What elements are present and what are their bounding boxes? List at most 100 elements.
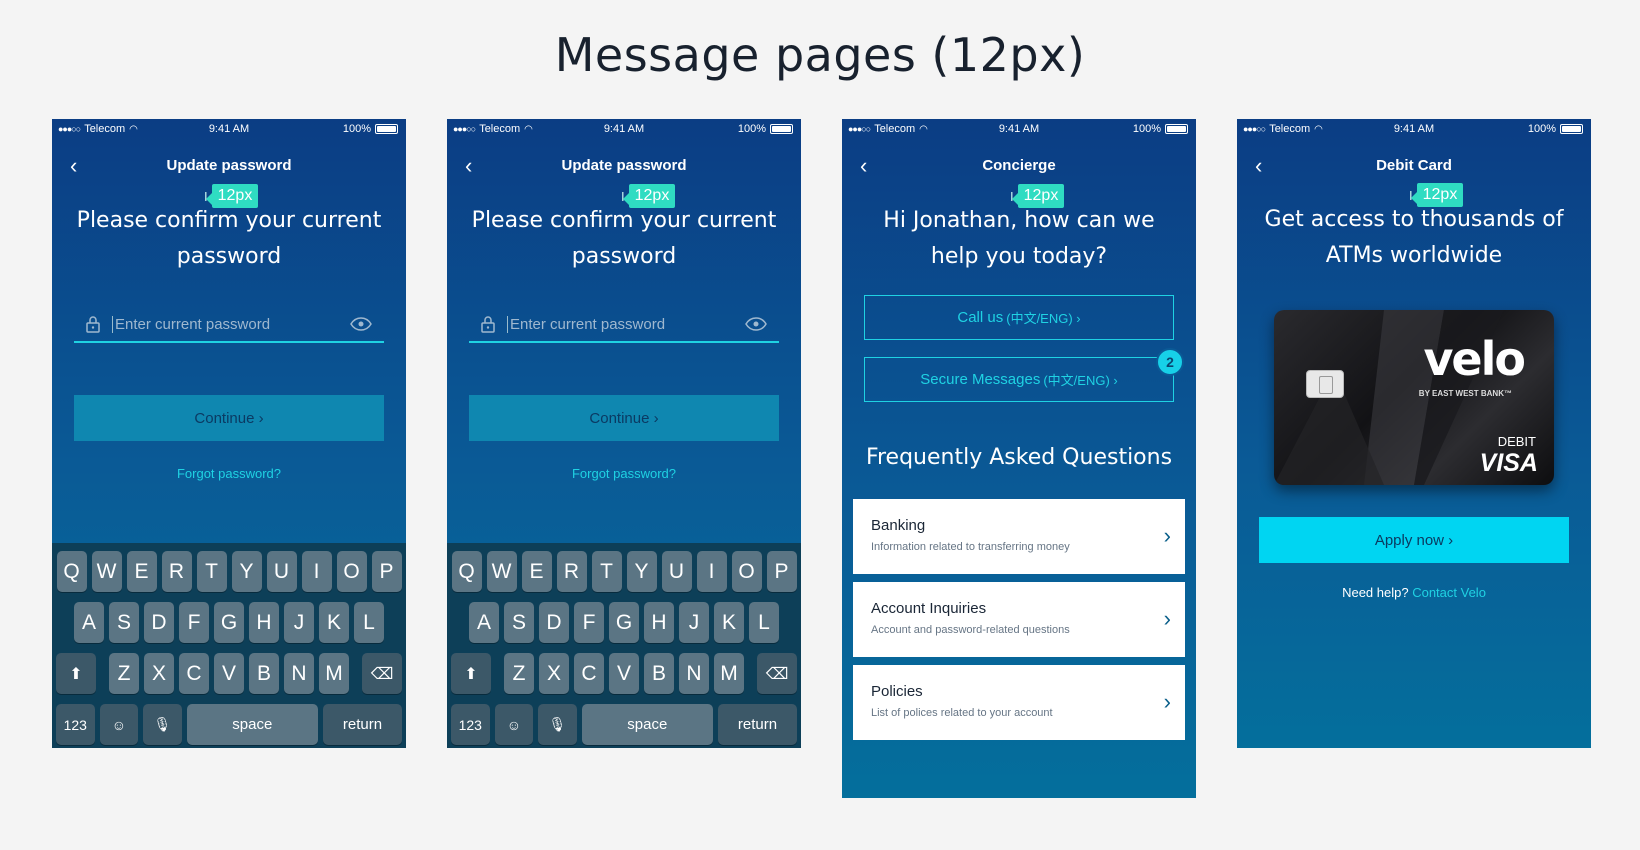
key-numbers[interactable]: 123	[56, 704, 95, 745]
key-h[interactable]: H	[249, 602, 279, 643]
key-m[interactable]: M	[714, 653, 744, 694]
nav-bar: ‹ Update password	[447, 155, 801, 179]
apply-now-button[interactable]: Apply now ›	[1259, 517, 1569, 563]
key-s[interactable]: S	[109, 602, 139, 643]
emoji-icon[interactable]: ☺	[494, 704, 534, 745]
nav-bar: ‹ Concierge	[842, 155, 1196, 179]
key-p[interactable]: P	[766, 551, 797, 592]
key-x[interactable]: X	[144, 653, 174, 694]
phone-concierge: ●●●○○Telecom◠ 9:41 AM 100% ‹ Concierge I…	[842, 119, 1196, 798]
key-b[interactable]: B	[644, 653, 674, 694]
key-e[interactable]: E	[126, 551, 157, 592]
key-s[interactable]: S	[504, 602, 534, 643]
eye-icon[interactable]	[745, 317, 767, 331]
key-u[interactable]: U	[661, 551, 692, 592]
key-b[interactable]: B	[249, 653, 279, 694]
page-title: Message pages (12px)	[554, 28, 1086, 82]
key-j[interactable]: J	[284, 602, 314, 643]
continue-button[interactable]: Continue ›	[469, 395, 779, 441]
key-j[interactable]: J	[679, 602, 709, 643]
key-w[interactable]: W	[91, 551, 122, 592]
key-c[interactable]: C	[574, 653, 604, 694]
key-g[interactable]: G	[609, 602, 639, 643]
password-input[interactable]	[507, 315, 745, 333]
key-y[interactable]: Y	[626, 551, 657, 592]
key-t[interactable]: T	[196, 551, 227, 592]
key-return[interactable]: return	[717, 704, 797, 745]
key-g[interactable]: G	[214, 602, 244, 643]
microphone-icon[interactable]: 🎙	[143, 704, 182, 745]
key-d[interactable]: D	[539, 602, 569, 643]
key-i[interactable]: I	[696, 551, 727, 592]
key-z[interactable]: Z	[504, 653, 534, 694]
key-r[interactable]: R	[161, 551, 192, 592]
key-v[interactable]: V	[609, 653, 639, 694]
phone-debit-card: ●●●○○ Telecom ◠ 9:41 AM 100% ‹ Debit Card …	[1237, 119, 1591, 748]
key-f[interactable]: F	[574, 602, 604, 643]
key-v[interactable]: V	[214, 653, 244, 694]
key-n[interactable]: N	[284, 653, 314, 694]
key-e[interactable]: E	[521, 551, 552, 592]
call-label: Call us	[957, 309, 1004, 326]
forgot-password-link[interactable]: Forgot password?	[52, 466, 406, 481]
key-h[interactable]: H	[644, 602, 674, 643]
battery-icon	[1165, 124, 1188, 134]
key-q[interactable]: Q	[56, 551, 87, 592]
key-o[interactable]: O	[731, 551, 762, 592]
emoji-icon[interactable]: ☺	[99, 704, 139, 745]
key-space[interactable]: space	[186, 704, 318, 745]
key-a[interactable]: A	[74, 602, 104, 643]
key-r[interactable]: R	[556, 551, 587, 592]
call-us-button[interactable]: Call us (中文/ENG) ›	[864, 295, 1174, 340]
nav-title: Update password	[561, 157, 687, 174]
secure-messages-button[interactable]: Secure Messages (中文/ENG) ›	[864, 357, 1174, 402]
key-l[interactable]: L	[354, 602, 384, 643]
key-return[interactable]: return	[322, 704, 402, 745]
faq-item-account-inquiries[interactable]: Account Inquiries Account and password-r…	[853, 582, 1185, 657]
battery-icon	[770, 124, 793, 134]
backspace-icon[interactable]: ⌫	[757, 653, 797, 694]
key-f[interactable]: F	[179, 602, 209, 643]
contact-velo-link[interactable]: Contact Velo	[1412, 585, 1486, 600]
key-k[interactable]: K	[319, 602, 349, 643]
faq-item-banking[interactable]: Banking Information related to transferr…	[853, 499, 1185, 574]
battery-percent: 100%	[737, 123, 766, 135]
forgot-password-link[interactable]: Forgot password?	[447, 466, 801, 481]
key-l[interactable]: L	[749, 602, 779, 643]
key-space[interactable]: space	[581, 704, 713, 745]
key-k[interactable]: K	[714, 602, 744, 643]
help-text: Need help? Contact Velo	[1237, 585, 1591, 600]
backspace-icon[interactable]: ⌫	[362, 653, 402, 694]
key-numbers[interactable]: 123	[451, 704, 490, 745]
key-z[interactable]: Z	[109, 653, 139, 694]
key-t[interactable]: T	[591, 551, 622, 592]
key-a[interactable]: A	[469, 602, 499, 643]
key-i[interactable]: I	[301, 551, 332, 592]
key-y[interactable]: Y	[231, 551, 262, 592]
shift-arrow-icon[interactable]: ⬆	[451, 653, 491, 694]
faq-item-policies[interactable]: Policies List of polices related to your…	[853, 665, 1185, 740]
key-u[interactable]: U	[266, 551, 297, 592]
key-o[interactable]: O	[336, 551, 367, 592]
key-w[interactable]: W	[486, 551, 517, 592]
key-c[interactable]: C	[179, 653, 209, 694]
screen-heading: Get access to thousands of ATMs worldwid…	[1264, 207, 1564, 268]
eye-icon[interactable]	[350, 317, 372, 331]
key-p[interactable]: P	[371, 551, 402, 592]
call-lang: (中文/ENG) ›	[1006, 311, 1081, 326]
chevron-right-icon: ›	[1163, 606, 1171, 631]
unread-badge: 2	[1156, 348, 1184, 376]
key-n[interactable]: N	[679, 653, 709, 694]
faq-item-desc: Information related to transferring mone…	[871, 541, 1070, 553]
microphone-icon[interactable]: 🎙	[538, 704, 577, 745]
secure-label: Secure Messages	[920, 371, 1041, 388]
key-d[interactable]: D	[144, 602, 174, 643]
password-input[interactable]	[112, 315, 350, 333]
key-q[interactable]: Q	[451, 551, 482, 592]
continue-button[interactable]: Continue ›	[74, 395, 384, 441]
key-m[interactable]: M	[319, 653, 349, 694]
key-x[interactable]: X	[539, 653, 569, 694]
secure-lang: (中文/ENG) ›	[1043, 373, 1118, 388]
nav-bar: ‹ Update password	[52, 155, 406, 179]
shift-arrow-icon[interactable]: ⬆	[56, 653, 96, 694]
